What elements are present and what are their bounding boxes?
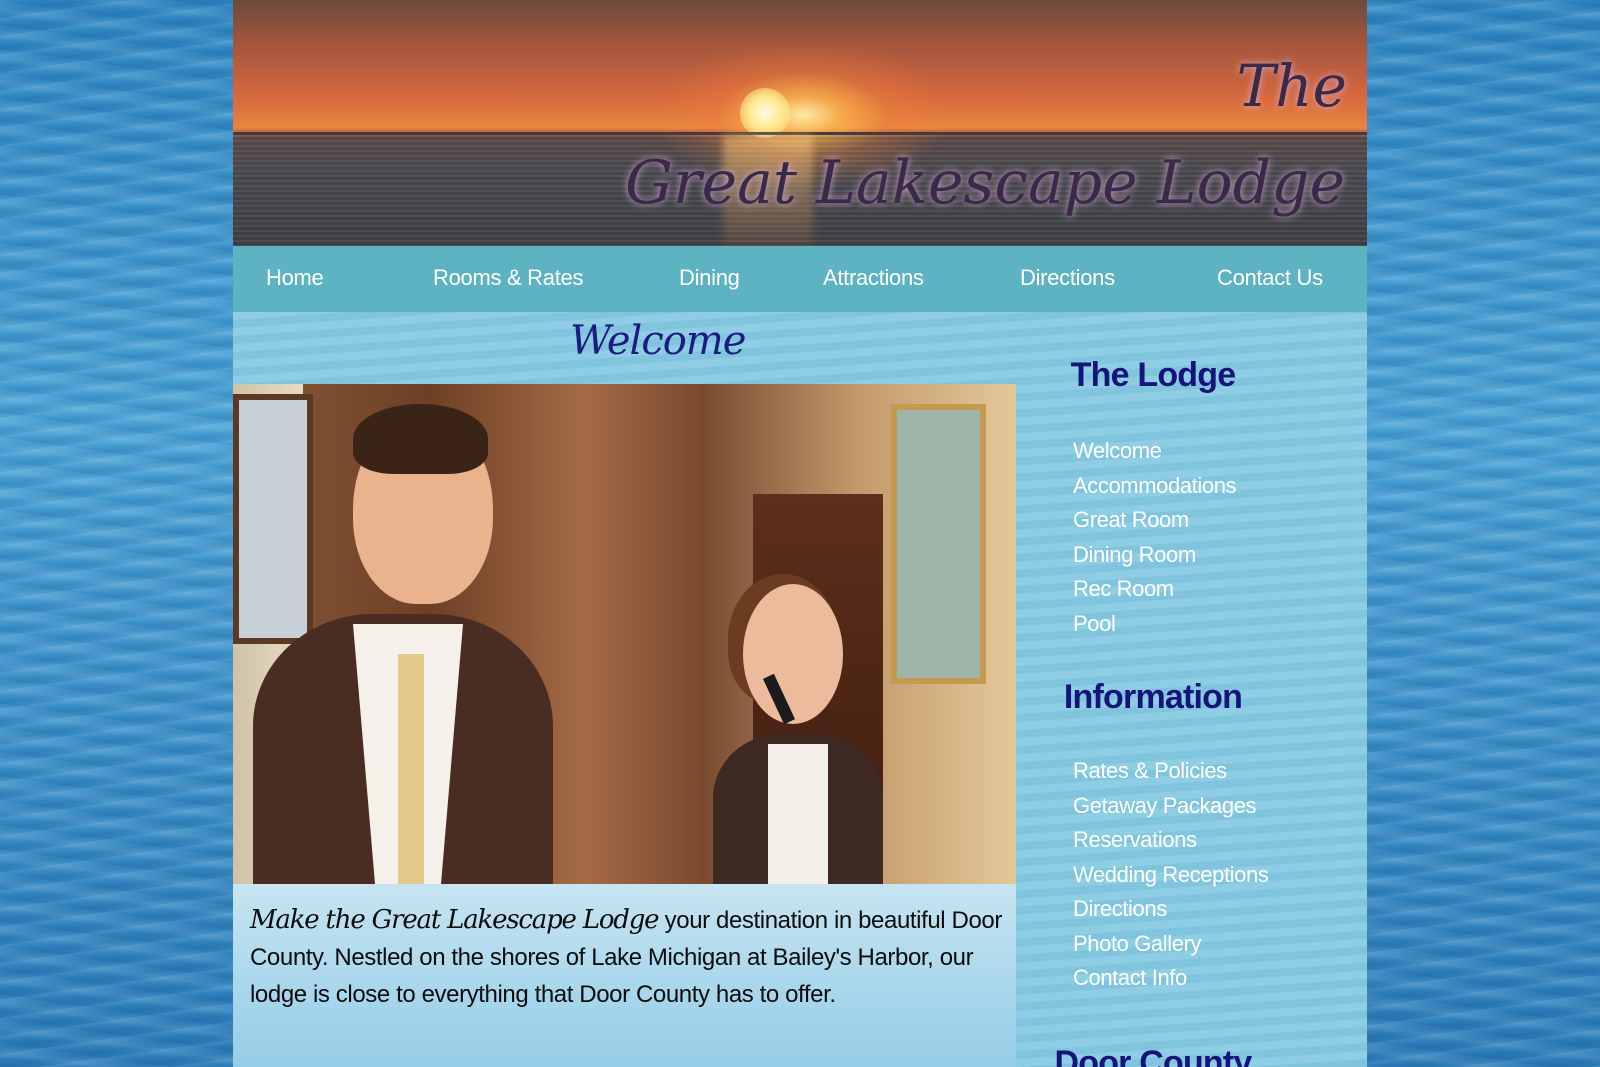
nav-directions[interactable]: Directions [1020,265,1115,291]
page-title: Welcome [570,318,746,364]
header-banner: The Great Lakescape Lodge [233,0,1367,246]
sidebar-item-wedding-receptions[interactable]: Wedding Receptions [1073,858,1269,893]
sidebar-item-rec-room[interactable]: Rec Room [1073,572,1236,607]
sidebar-lodge-list: Welcome Accommodations Great Room Dining… [1073,434,1237,642]
sidebar-heading-door-county: Door County [1054,1044,1252,1067]
site-title-the: The [1236,52,1347,120]
intro-lodge-name: Make the Great Lakescape Lodge [250,905,660,935]
hero-woman-face [743,584,843,724]
sidebar-item-directions[interactable]: Directions [1073,892,1268,927]
site-title: Great Lakescape Lodge [625,148,1345,218]
content-area: Welcome Make the Great Lakescape Lodge y… [233,312,1367,1067]
intro-paragraph: Make the Great Lakescape Lodge your dest… [250,902,1010,1013]
sidebar-heading-information: Information [1063,678,1243,716]
hero-man-tie [398,654,424,884]
hero-picture-frame-right [891,404,986,684]
sidebar-item-getaway-packages[interactable]: Getaway Packages [1073,789,1268,824]
main-nav: Home Rooms & Rates Dining Attractions Di… [233,246,1367,312]
sidebar-item-accommodations[interactable]: Accommodations [1073,469,1237,504]
hero-picture-frame [233,394,313,644]
sidebar-item-pool[interactable]: Pool [1073,607,1236,642]
sidebar-heading-the-lodge: The Lodge [1070,356,1236,394]
page-container: The Great Lakescape Lodge Home Rooms & R… [233,0,1367,1067]
hero-man-hair [353,404,488,474]
nav-home[interactable]: Home [266,265,324,291]
sun-image [740,88,790,138]
hero-woman-shirt [768,744,828,884]
nav-attractions[interactable]: Attractions [823,265,924,291]
sidebar-item-dining-room[interactable]: Dining Room [1073,538,1236,573]
sidebar-item-reservations[interactable]: Reservations [1073,823,1268,858]
sidebar-item-great-room[interactable]: Great Room [1073,503,1236,538]
nav-rooms-rates[interactable]: Rooms & Rates [433,265,583,291]
hero-image-front-desk-staff [233,384,1016,884]
nav-dining[interactable]: Dining [679,265,740,291]
nav-contact-us[interactable]: Contact Us [1217,265,1323,291]
sidebar-item-welcome[interactable]: Welcome [1073,434,1236,469]
sidebar-item-rates-policies[interactable]: Rates & Policies [1073,754,1268,789]
sidebar-item-contact-info[interactable]: Contact Info [1073,961,1268,996]
sidebar-info-list: Rates & Policies Getaway Packages Reserv… [1073,754,1269,996]
sidebar-item-photo-gallery[interactable]: Photo Gallery [1073,927,1268,962]
